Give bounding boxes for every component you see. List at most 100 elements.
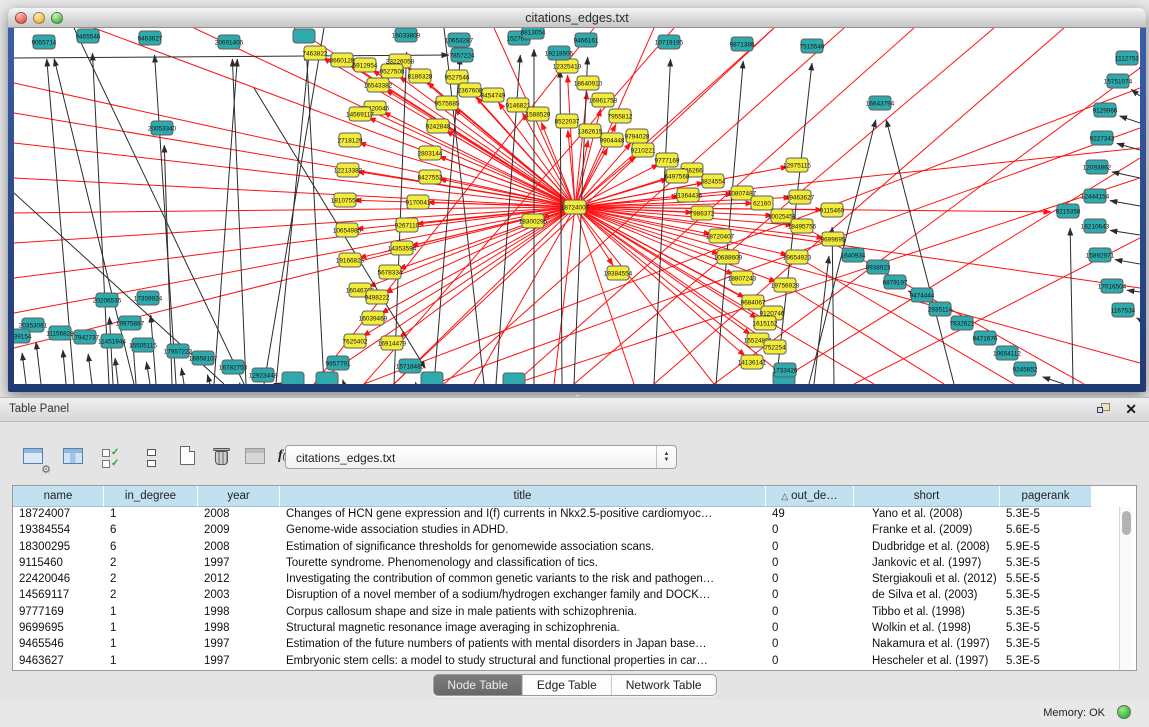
table-cell[interactable]: 2009 bbox=[198, 523, 280, 539]
table-body[interactable]: 1872400712008Changes of HCN gene express… bbox=[13, 507, 1136, 670]
table-cell[interactable]: 0 bbox=[766, 588, 854, 604]
table-cell[interactable]: 5.3E-5 bbox=[1000, 588, 1092, 604]
dropdown-stepper-icon[interactable]: ▲▼ bbox=[656, 446, 676, 468]
table-cell[interactable]: 0 bbox=[766, 572, 854, 588]
table-cell[interactable]: Stergiakouli et al. (2012) bbox=[854, 572, 1000, 588]
table-cell[interactable]: 18724007 bbox=[13, 507, 104, 523]
network-node[interactable] bbox=[293, 29, 315, 43]
network-window[interactable]: citations_edges.txt 18724007183002951938… bbox=[8, 8, 1146, 392]
network-graph[interactable]: 1872400718300295193845549777169746266649… bbox=[14, 28, 1140, 384]
table-cell[interactable]: Investigating the contribution of common… bbox=[280, 572, 766, 588]
tab-network-table[interactable]: Network Table bbox=[612, 675, 716, 695]
table-cell[interactable]: de Silva et al. (2003) bbox=[854, 588, 1000, 604]
table-selector-dropdown[interactable]: citations_edges.txt ▲▼ bbox=[285, 445, 677, 469]
table-row[interactable]: 911546021997Tourette syndrome. Phenomeno… bbox=[13, 556, 1136, 572]
table-cell[interactable]: Jankovic et al. (1997) bbox=[854, 556, 1000, 572]
vertical-scrollbar[interactable] bbox=[1119, 507, 1132, 670]
table-cell[interactable]: Changes of HCN gene expression and I(f) … bbox=[280, 507, 766, 523]
table-cell[interactable]: 1 bbox=[104, 507, 198, 523]
table-cell[interactable]: 9777169 bbox=[13, 605, 104, 621]
table-cell[interactable]: Structural magnetic resonance image aver… bbox=[280, 621, 766, 637]
table-cell[interactable]: 1997 bbox=[198, 637, 280, 653]
table-cell[interactable]: 5.3E-5 bbox=[1000, 605, 1092, 621]
table-cell[interactable]: Nakamura et al. (1997) bbox=[854, 637, 1000, 653]
select-mode-icon[interactable]: ✓ ✓ bbox=[100, 444, 130, 474]
table-cell[interactable]: 1997 bbox=[198, 556, 280, 572]
table-settings-icon[interactable]: ⚙ bbox=[20, 444, 50, 474]
table-cell[interactable]: 9115460 bbox=[13, 556, 104, 572]
table-cell[interactable]: 1998 bbox=[198, 621, 280, 637]
show-column-icon[interactable] bbox=[60, 444, 90, 474]
delete-table-icon[interactable] bbox=[208, 444, 238, 474]
network-node[interactable] bbox=[282, 372, 304, 384]
network-node[interactable] bbox=[421, 372, 443, 384]
tab-edge-table[interactable]: Edge Table bbox=[523, 675, 612, 695]
column-header-pagerank[interactable]: pagerank bbox=[1000, 486, 1092, 507]
table-cell[interactable]: 5.3E-5 bbox=[1000, 637, 1092, 653]
table-cell[interactable]: 5.3E-5 bbox=[1000, 556, 1092, 572]
table-header-row[interactable]: namein_degreeyeartitle△out_de…shortpager… bbox=[13, 486, 1136, 507]
table-cell[interactable]: 0 bbox=[766, 637, 854, 653]
table-cell[interactable]: 5.5E-5 bbox=[1000, 572, 1092, 588]
table-cell[interactable]: 19384554 bbox=[13, 523, 104, 539]
memory-ok-indicator[interactable] bbox=[1117, 705, 1131, 719]
network-node[interactable] bbox=[503, 373, 525, 384]
table-cell[interactable]: Estimation of the future numbers of pati… bbox=[280, 637, 766, 653]
table-row[interactable]: 946362711997Embryonic stem cells: a mode… bbox=[13, 654, 1136, 670]
column-header-in_degree[interactable]: in_degree bbox=[104, 486, 198, 507]
table-cell[interactable]: 0 bbox=[766, 621, 854, 637]
table-cell[interactable]: 49 bbox=[766, 507, 854, 523]
table-cell[interactable]: 0 bbox=[766, 540, 854, 556]
table-cell[interactable]: 2003 bbox=[198, 588, 280, 604]
column-header-title[interactable]: title bbox=[280, 486, 766, 507]
table-cell[interactable]: 0 bbox=[766, 654, 854, 670]
table-cell[interactable]: Corpus callosum shape and size in male p… bbox=[280, 605, 766, 621]
table-cell[interactable]: Hescheler et al. (1997) bbox=[854, 654, 1000, 670]
table-cell[interactable]: 1 bbox=[104, 637, 198, 653]
table-cell[interactable]: 5.6E-5 bbox=[1000, 523, 1092, 539]
table-cell[interactable]: Franke et al. (2009) bbox=[854, 523, 1000, 539]
table-cell[interactable]: 5.3E-5 bbox=[1000, 507, 1092, 523]
table-cell[interactable]: 2 bbox=[104, 572, 198, 588]
table-cell[interactable]: 14569117 bbox=[13, 588, 104, 604]
table-cell[interactable]: Embryonic stem cells: a model to study s… bbox=[280, 654, 766, 670]
new-table-icon[interactable] bbox=[174, 444, 204, 474]
table-cell[interactable]: 2 bbox=[104, 588, 198, 604]
table-cell[interactable]: Estimation of significance thresholds fo… bbox=[280, 540, 766, 556]
close-panel-icon[interactable]: ✕ bbox=[1125, 401, 1137, 418]
table-cell[interactable]: Genome-wide association studies in ADHD. bbox=[280, 523, 766, 539]
node-table[interactable]: namein_degreeyeartitle△out_de…shortpager… bbox=[12, 485, 1137, 671]
table-cell[interactable]: 0 bbox=[766, 523, 854, 539]
table-cell[interactable]: 2 bbox=[104, 556, 198, 572]
network-node[interactable] bbox=[316, 372, 338, 384]
table-cell[interactable]: 0 bbox=[766, 556, 854, 572]
table-row[interactable]: 1456911722003Disruption of a novel membe… bbox=[13, 588, 1136, 604]
table-row[interactable]: 977716911998Corpus callosum shape and si… bbox=[13, 605, 1136, 621]
table-cell[interactable]: 9463627 bbox=[13, 654, 104, 670]
table-cell[interactable]: Disruption of a novel member of a sodium… bbox=[280, 588, 766, 604]
table-cell[interactable]: 1998 bbox=[198, 605, 280, 621]
table-cell[interactable]: 22420046 bbox=[13, 572, 104, 588]
column-header-year[interactable]: year bbox=[198, 486, 280, 507]
table-cell[interactable]: 6 bbox=[104, 523, 198, 539]
table-cell[interactable]: 6 bbox=[104, 540, 198, 556]
table-cell[interactable]: 5.9E-5 bbox=[1000, 540, 1092, 556]
tab-node-table[interactable]: Node Table bbox=[433, 675, 523, 695]
table-row[interactable]: 2242004622012Investigating the contribut… bbox=[13, 572, 1136, 588]
table-row[interactable]: 1938455462009Genome-wide association stu… bbox=[13, 523, 1136, 539]
float-panel-icon[interactable] bbox=[1097, 403, 1111, 416]
table-cell[interactable]: Dudbridge et al. (2008) bbox=[854, 540, 1000, 556]
table-cell[interactable]: 18300295 bbox=[13, 540, 104, 556]
table-cell[interactable]: 0 bbox=[766, 605, 854, 621]
table-row[interactable]: 946554611997Estimation of the future num… bbox=[13, 637, 1136, 653]
table-cell[interactable]: 9465546 bbox=[13, 637, 104, 653]
table-cell[interactable]: 9699695 bbox=[13, 621, 104, 637]
table-cell[interactable]: 2008 bbox=[198, 540, 280, 556]
table-cell[interactable]: 5.3E-5 bbox=[1000, 654, 1092, 670]
table-row[interactable]: 1872400712008Changes of HCN gene express… bbox=[13, 507, 1136, 523]
table-cell[interactable]: Tourette syndrome. Phenomenology and cla… bbox=[280, 556, 766, 572]
table-cell[interactable]: 2012 bbox=[198, 572, 280, 588]
table-cell[interactable]: Yano et al. (2008) bbox=[854, 507, 1000, 523]
table-cell[interactable]: Wolkin et al. (1998) bbox=[854, 621, 1000, 637]
table-cell[interactable]: 1 bbox=[104, 654, 198, 670]
